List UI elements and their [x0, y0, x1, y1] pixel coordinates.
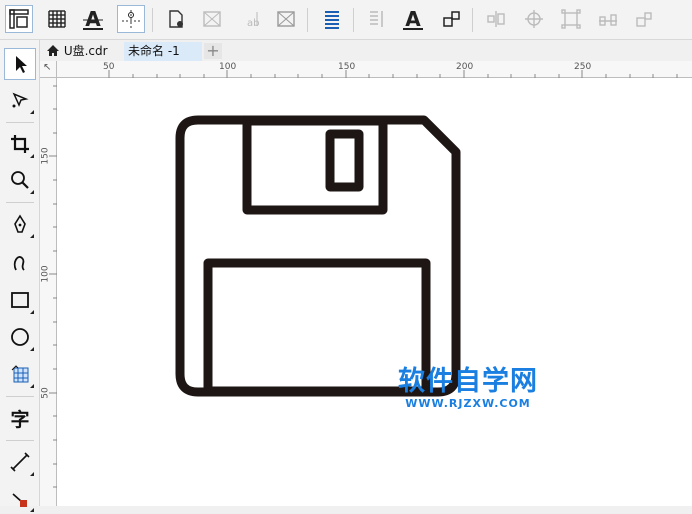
property-toolbar: A ab A — [0, 0, 692, 40]
watermark-title: 软件自学网 — [398, 366, 538, 397]
ruler-label: 50 — [40, 387, 51, 399]
watermark-logo: 软件自学网 WWW.RJZXW.COM — [368, 366, 568, 410]
distribute-icon[interactable] — [594, 5, 622, 33]
floppy-body-outline — [175, 115, 461, 397]
ruler-label: 100 — [40, 265, 51, 283]
connector-tool-icon[interactable] — [4, 482, 36, 514]
ruler-label: 50 — [103, 62, 115, 72]
text-align-icon[interactable] — [318, 5, 346, 33]
watermark-url: WWW.RJZXW.COM — [405, 397, 531, 410]
crop-tool-icon[interactable] — [4, 128, 36, 160]
image-adjust-icon[interactable] — [272, 5, 300, 33]
text-properties-icon[interactable]: A — [79, 5, 107, 33]
svg-text:A: A — [405, 7, 421, 31]
toolbar-separator — [472, 8, 473, 32]
shape-tool-icon[interactable] — [4, 84, 36, 116]
character-format-icon[interactable]: A — [399, 5, 427, 33]
ruler-label: 100 — [219, 62, 237, 72]
dimension-tool-icon[interactable] — [4, 446, 36, 478]
svg-text:A: A — [85, 7, 101, 31]
toolbox-separator — [6, 122, 34, 123]
ruler-label: 200 — [456, 62, 474, 72]
align-bottom-icon[interactable] — [630, 5, 658, 33]
graph-paper-tool-icon[interactable] — [4, 358, 36, 390]
document-tabs: U盘.cdr 未命名 -1 + — [40, 40, 692, 61]
floppy-disk-drawing[interactable] — [57, 78, 692, 506]
guidelines-icon[interactable] — [117, 5, 145, 33]
home-icon — [47, 45, 59, 56]
pen-tool-icon[interactable] — [4, 208, 36, 240]
ruler-label: 150 — [40, 147, 51, 165]
drawing-canvas[interactable] — [57, 78, 692, 506]
ellipse-tool-icon[interactable] — [4, 321, 36, 353]
zoom-tool-icon[interactable] — [4, 164, 36, 196]
object-properties-icon[interactable] — [162, 5, 190, 33]
add-tab-button[interactable]: + — [204, 43, 222, 59]
group-icon[interactable] — [557, 5, 585, 33]
column-text-icon[interactable] — [362, 5, 390, 33]
text-edit-disabled-icon[interactable]: ab — [236, 5, 264, 33]
ruler-corner-label: ↖ — [43, 62, 52, 73]
svg-text:ab: ab — [247, 18, 259, 29]
vertical-ruler[interactable]: 150 100 50 — [40, 78, 57, 506]
rectangle-tool-icon[interactable] — [4, 284, 36, 316]
tab-u-disk-cdr[interactable]: U盘.cdr — [42, 42, 122, 61]
tab-label: U盘.cdr — [63, 44, 108, 58]
text-tool-icon[interactable]: 字 — [4, 402, 36, 434]
bitmap-icon[interactable] — [198, 5, 226, 33]
target-align-icon[interactable] — [520, 5, 548, 33]
toolbox-separator — [6, 202, 34, 203]
text-tool-glyph: 字 — [10, 408, 30, 431]
toolbox: 字 — [0, 40, 40, 512]
curve-tool-icon[interactable] — [4, 246, 36, 278]
floppy-shutter-window — [325, 129, 364, 192]
toolbar-separator — [353, 8, 354, 32]
ruler-options-icon[interactable] — [5, 5, 33, 33]
object-arrange-icon[interactable] — [438, 5, 466, 33]
pick-tool-icon[interactable] — [4, 48, 36, 80]
horizontal-ruler[interactable]: 50 100 150 200 250 — [57, 61, 692, 78]
ruler-origin[interactable]: ↖ — [40, 61, 57, 78]
ruler-label: 150 — [338, 62, 356, 72]
toolbar-separator — [307, 8, 308, 32]
toolbar-separator — [152, 8, 153, 32]
toolbox-separator — [6, 440, 34, 441]
tab-label: 未命名 -1 — [128, 44, 180, 58]
grid-icon[interactable] — [43, 5, 71, 33]
ruler-label: 250 — [574, 62, 592, 72]
toolbox-separator — [6, 396, 34, 397]
tab-untitled-1[interactable]: 未命名 -1 — [124, 42, 202, 61]
align-center-icon[interactable] — [482, 5, 510, 33]
